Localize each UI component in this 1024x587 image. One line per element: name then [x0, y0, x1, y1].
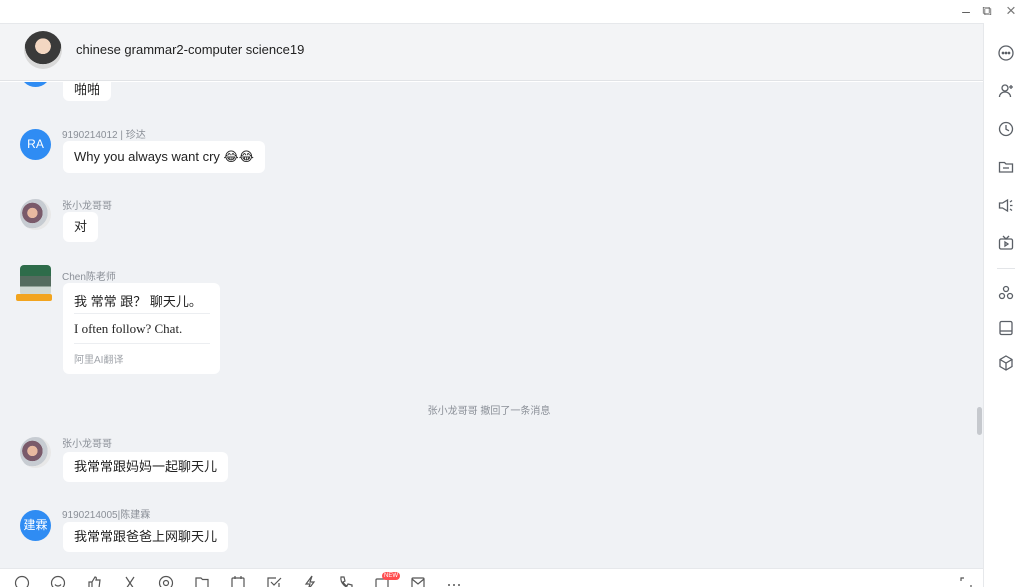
close-button[interactable]: × — [1000, 0, 1022, 22]
sender-name: 张小龙哥哥 — [62, 201, 112, 212]
scrollbar-thumb[interactable] — [977, 407, 982, 435]
message-list[interactable]: 啪啪 RA 9190214012 | 珍达 Why you always wan… — [0, 82, 983, 568]
scissors-icon[interactable] — [122, 575, 138, 587]
translated-text: I often follow? Chat. — [74, 321, 183, 336]
new-badge: NEW — [382, 572, 400, 580]
more-icon[interactable] — [997, 44, 1015, 62]
original-text: 我 常常 跟？ 聊天儿。 — [74, 294, 202, 309]
avatar[interactable] — [20, 437, 51, 468]
emoji-icon[interactable] — [50, 575, 66, 587]
translated-message[interactable]: 我 常常 跟？ 聊天儿。 I often follow? Chat. 阿里AI翻… — [63, 283, 220, 374]
divider — [74, 343, 210, 344]
flash-icon[interactable] — [302, 575, 318, 587]
recall-notice: 张小龙哥哥 撤回了一条消息 — [427, 406, 551, 417]
message-bubble[interactable]: 我常常跟爸爸上网聊天儿 — [63, 522, 229, 552]
mention-icon[interactable] — [158, 575, 174, 587]
history-icon[interactable] — [997, 120, 1015, 138]
chat-title[interactable]: chinese grammar2-computer science19 — [76, 42, 304, 57]
message-bubble[interactable]: Why you always want cry 😂😂 — [63, 141, 265, 173]
message-bubble[interactable]: 对 — [63, 212, 99, 242]
file-icon[interactable] — [194, 575, 210, 587]
avatar[interactable] — [20, 82, 51, 87]
window-titlebar: – ⧉ × — [0, 0, 1024, 23]
message-bubble[interactable]: 我常常跟妈妈一起聊天儿 — [63, 452, 229, 482]
group-avatar[interactable] — [24, 31, 62, 69]
todo-icon[interactable] — [266, 575, 282, 587]
calendar-icon[interactable] — [230, 575, 246, 587]
restore-button[interactable]: ⧉ — [976, 0, 998, 22]
call-icon[interactable] — [338, 575, 354, 587]
expand-input-icon[interactable] — [958, 575, 974, 587]
sender-name: 9190214005|陈建霖 — [62, 510, 151, 521]
divider — [74, 313, 210, 314]
gif-icon[interactable] — [14, 575, 30, 587]
avatar[interactable] — [20, 265, 51, 296]
avatar[interactable]: RA — [20, 129, 51, 160]
avatar[interactable] — [20, 199, 51, 230]
sender-name: 张小龙哥哥 — [62, 439, 112, 450]
like-icon[interactable] — [86, 575, 102, 587]
member-badge — [16, 294, 52, 301]
minimize-button[interactable]: – — [955, 0, 977, 22]
translation-source: 阿里AI翻译 — [74, 355, 124, 366]
avatar[interactable]: 建霖 — [20, 510, 51, 541]
apps-icon[interactable] — [997, 284, 1015, 302]
sender-name: Chen陈老师 — [62, 272, 116, 283]
right-sidebar — [983, 23, 1024, 587]
folder-icon[interactable] — [997, 158, 1015, 176]
sender-name: 9190214012 | 珍达 — [62, 130, 146, 141]
input-toolbar: NEW — [0, 568, 983, 587]
live-icon[interactable] — [997, 234, 1015, 252]
add-app-icon[interactable] — [997, 354, 1015, 372]
more-icon[interactable] — [446, 575, 462, 587]
mail-icon[interactable] — [410, 575, 426, 587]
notes-icon[interactable] — [997, 319, 1015, 337]
announcement-icon[interactable] — [997, 196, 1015, 214]
chat-header: chinese grammar2-computer science19 — [0, 23, 983, 81]
add-member-icon[interactable] — [997, 82, 1015, 100]
sidebar-divider — [997, 268, 1015, 269]
message-bubble[interactable]: 啪啪 — [63, 82, 112, 101]
